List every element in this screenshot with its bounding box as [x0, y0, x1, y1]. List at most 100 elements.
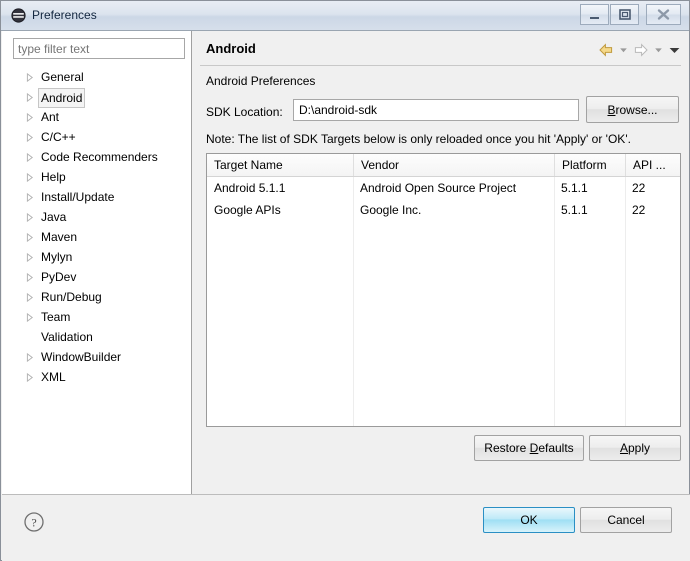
table-cell: Google Inc.: [360, 203, 422, 217]
sidebar-item-team[interactable]: Team: [2, 307, 190, 327]
table-cell: 22: [632, 203, 646, 217]
expand-arrow-icon[interactable]: [26, 267, 36, 287]
sidebar-item-general[interactable]: General: [2, 67, 190, 87]
window-title: Preferences: [32, 8, 97, 22]
back-dropdown-icon[interactable]: [618, 42, 629, 58]
table-cell: Android 5.1.1: [214, 181, 286, 195]
expand-arrow-icon[interactable]: [26, 107, 36, 127]
back-arrow-icon[interactable]: [598, 42, 614, 58]
sidebar-item-mylyn[interactable]: Mylyn: [2, 247, 190, 267]
sidebar-item-help[interactable]: Help: [2, 167, 190, 187]
apply-label-rest: pply: [628, 441, 651, 455]
sidebar-item-pydev[interactable]: PyDev: [2, 267, 190, 287]
sidebar-item-windowbuilder[interactable]: WindowBuilder: [2, 347, 190, 367]
expand-arrow-icon[interactable]: [26, 207, 36, 227]
title-divider: [200, 65, 681, 66]
sdk-location-label: SDK Location:: [206, 105, 283, 119]
page-navigation-toolbar: [594, 42, 680, 60]
sidebar-item-c-c[interactable]: C/C++: [2, 127, 190, 147]
sidebar-item-label: WindowBuilder: [41, 350, 122, 364]
sidebar-item-maven[interactable]: Maven: [2, 227, 190, 247]
preferences-tree[interactable]: General Android Ant C/C++ Code Recommenders H…: [2, 67, 190, 387]
browse-label-rest: rowse...: [615, 102, 658, 117]
expand-arrow-icon[interactable]: [26, 227, 36, 247]
browse-mnemonic: B: [607, 102, 616, 117]
sidebar-item-install-update[interactable]: Install/Update: [2, 187, 190, 207]
sidebar-item-java[interactable]: Java: [2, 207, 190, 227]
preferences-dialog: Preferences General Android Ant C/C++ Code R…: [0, 0, 690, 561]
sidebar-item-ant[interactable]: Ant: [2, 107, 190, 127]
sidebar-item-label: General: [41, 70, 84, 84]
expand-arrow-icon[interactable]: [26, 307, 36, 327]
table-cell: 5.1.1: [561, 181, 588, 195]
help-icon[interactable]: ?: [23, 511, 45, 533]
table-cell: 5.1.1: [561, 203, 588, 217]
preferences-icon: [11, 8, 26, 23]
expand-arrow-icon[interactable]: [26, 147, 36, 167]
browse-button[interactable]: Browse...: [586, 96, 679, 123]
sdk-note: Note: The list of SDK Targets below is o…: [206, 132, 631, 146]
sidebar-item-label: C/C++: [41, 130, 76, 144]
forward-dropdown-icon[interactable]: [653, 42, 664, 58]
page-subtitle: Android Preferences: [206, 74, 316, 88]
view-menu-icon[interactable]: [668, 42, 680, 58]
sidebar-item-label: Ant: [41, 110, 60, 124]
column-header-api[interactable]: API ...: [625, 154, 680, 176]
sidebar-item-xml[interactable]: XML: [2, 367, 190, 387]
expand-arrow-icon[interactable]: [26, 347, 36, 367]
ok-button[interactable]: OK: [483, 507, 575, 533]
table-row[interactable]: Google APIs Google Inc. 5.1.1 22: [207, 199, 680, 221]
svg-text:?: ?: [31, 516, 36, 530]
sidebar-item-label: Team: [41, 310, 71, 324]
maximize-button[interactable]: [610, 4, 639, 25]
sdk-targets-table[interactable]: Target Name Vendor Platform API ... Andr…: [206, 153, 681, 427]
expand-arrow-icon[interactable]: [26, 187, 36, 207]
table-body: Android 5.1.1 Android Open Source Project…: [207, 177, 680, 221]
column-header-vendor[interactable]: Vendor: [353, 154, 554, 176]
expand-arrow-icon[interactable]: [26, 367, 36, 387]
cancel-button[interactable]: Cancel: [580, 507, 672, 533]
sidebar-item-label: PyDev: [41, 270, 77, 284]
table-cell: Android Open Source Project: [360, 181, 517, 195]
android-preferences-page: Android Android Preferences SDK Location…: [192, 31, 689, 494]
close-button[interactable]: [646, 4, 681, 25]
sidebar-item-label: Run/Debug: [41, 290, 102, 304]
sidebar-item-validation[interactable]: Validation: [2, 327, 190, 347]
sidebar-item-label: Install/Update: [41, 190, 115, 204]
table-cell: 22: [632, 181, 646, 195]
apply-button[interactable]: Apply: [589, 435, 681, 461]
table-header-row: Target Name Vendor Platform API ...: [207, 154, 680, 177]
expand-arrow-icon[interactable]: [26, 67, 36, 87]
expand-arrow-icon[interactable]: [26, 287, 36, 307]
sidebar-item-code-recommenders[interactable]: Code Recommenders: [2, 147, 190, 167]
sidebar-item-label: Validation: [41, 330, 93, 344]
expand-arrow-icon[interactable]: [26, 167, 36, 187]
column-header-target-name[interactable]: Target Name: [207, 154, 353, 176]
preferences-tree-panel: General Android Ant C/C++ Code Recommenders H…: [2, 31, 192, 494]
minimize-button[interactable]: [580, 4, 609, 25]
dialog-footer: ? OK Cancel: [2, 494, 690, 561]
sidebar-item-android[interactable]: Android: [2, 87, 190, 108]
sidebar-item-label: Maven: [41, 230, 78, 244]
expand-arrow-icon[interactable]: [26, 87, 36, 107]
table-row[interactable]: Android 5.1.1 Android Open Source Project…: [207, 177, 680, 199]
column-header-platform[interactable]: Platform: [554, 154, 625, 176]
sidebar-item-label: Android: [38, 88, 86, 108]
sidebar-item-label: Mylyn: [41, 250, 73, 264]
sdk-location-input[interactable]: [293, 99, 579, 121]
sidebar-item-label: Java: [41, 210, 67, 224]
sidebar-item-label: Help: [41, 170, 66, 184]
expand-arrow-icon[interactable]: [26, 127, 36, 147]
apply-mnemonic: A: [619, 441, 628, 455]
table-cell: Google APIs: [214, 203, 281, 217]
restore-defaults-button[interactable]: Restore Defaults: [474, 435, 584, 461]
page-title: Android: [206, 41, 256, 56]
sidebar-item-label: XML: [41, 370, 66, 384]
title-bar: Preferences: [1, 1, 689, 31]
expand-arrow-icon[interactable]: [26, 247, 36, 267]
sidebar-item-label: Code Recommenders: [41, 150, 158, 164]
sidebar-item-run-debug[interactable]: Run/Debug: [2, 287, 190, 307]
forward-arrow-icon[interactable]: [633, 42, 649, 58]
filter-input[interactable]: [13, 38, 185, 59]
restore-label-a: Restore: [484, 441, 530, 455]
